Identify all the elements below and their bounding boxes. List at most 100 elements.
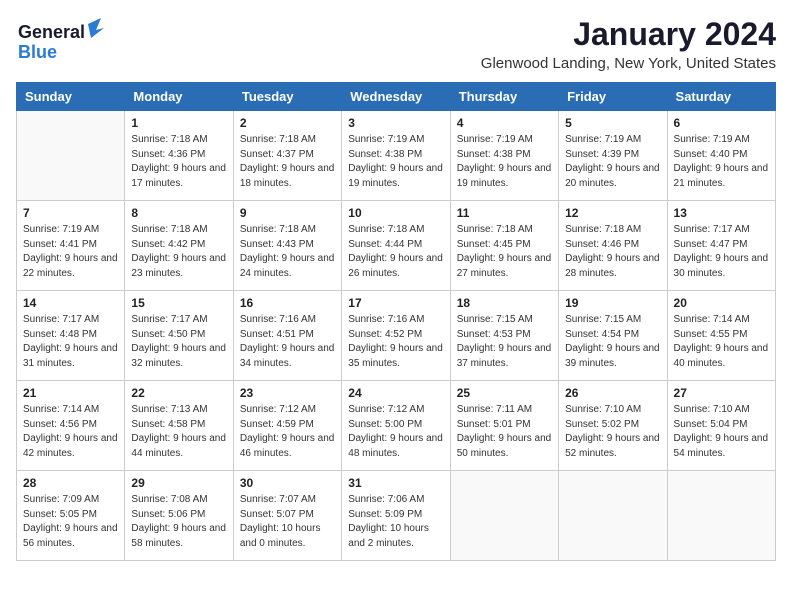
calendar-day: 12Sunrise: 7:18 AMSunset: 4:46 PMDayligh… (559, 201, 667, 291)
weekday-header-saturday: Saturday (667, 83, 775, 111)
calendar-day: 2 Sunrise: 7:18 AMSunset: 4:37 PMDaylight… (233, 111, 341, 201)
day-info: Sunrise: 7:08 AMSunset: 5:06 PMDaylight:… (131, 493, 226, 551)
day-number: 7 (23, 206, 118, 220)
day-info: Sunrise: 7:18 AMSunset: 4:45 PMDaylight:… (457, 223, 552, 281)
day-info: Sunrise: 7:15 AMSunset: 4:53 PMDaylight:… (457, 313, 552, 371)
day-number: 9 (240, 206, 335, 220)
calendar-week-4: 21 Sunrise: 7:14 AMSunset: 4:56 PMDayligh… (17, 381, 776, 471)
day-number: 24 (348, 386, 443, 400)
calendar-week-2: 7 Sunrise: 7:19 AMSunset: 4:41 PMDaylight… (17, 201, 776, 291)
calendar-day: 30 Sunrise: 7:07 AMSunset: 5:07 PMDayligh… (233, 471, 341, 561)
calendar-day: 28 Sunrise: 7:09 AMSunset: 5:05 PMDayligh… (17, 471, 125, 561)
day-info: Sunrise: 7:17 AMSunset: 4:50 PMDaylight:… (131, 313, 226, 371)
day-number: 28 (23, 476, 118, 490)
day-number: 31 (348, 476, 443, 490)
day-info: Sunrise: 7:14 AMSunset: 4:55 PMDaylight:… (674, 313, 769, 371)
calendar-day: 8 Sunrise: 7:18 AMSunset: 4:42 PMDaylight… (125, 201, 233, 291)
day-info: Sunrise: 7:18 AMSunset: 4:37 PMDaylight:… (240, 133, 335, 191)
day-number: 12 (565, 206, 660, 220)
day-number: 6 (674, 116, 769, 130)
day-info: Sunrise: 7:16 AMSunset: 4:52 PMDaylight:… (348, 313, 443, 371)
day-info: Sunrise: 7:18 AMSunset: 4:42 PMDaylight:… (131, 223, 226, 281)
calendar-day: 14 Sunrise: 7:17 AMSunset: 4:48 PMDayligh… (17, 291, 125, 381)
day-number: 26 (565, 386, 660, 400)
day-info: Sunrise: 7:19 AMSunset: 4:38 PMDaylight:… (457, 133, 552, 191)
day-number: 19 (565, 296, 660, 310)
day-number: 22 (131, 386, 226, 400)
day-info: Sunrise: 7:06 AMSunset: 5:09 PMDaylight:… (348, 493, 443, 551)
day-number: 25 (457, 386, 552, 400)
logo: General Blue (16, 16, 106, 71)
day-number: 16 (240, 296, 335, 310)
weekday-header-monday: Monday (125, 83, 233, 111)
calendar-day: 22 Sunrise: 7:13 AMSunset: 4:58 PMDayligh… (125, 381, 233, 471)
day-number: 3 (348, 116, 443, 130)
weekday-header-tuesday: Tuesday (233, 83, 341, 111)
day-info: Sunrise: 7:16 AMSunset: 4:51 PMDaylight:… (240, 313, 335, 371)
day-number: 14 (23, 296, 118, 310)
calendar-day: 10Sunrise: 7:18 AMSunset: 4:44 PMDayligh… (342, 201, 450, 291)
day-number: 5 (565, 116, 660, 130)
calendar-day (667, 471, 775, 561)
day-number: 10 (348, 206, 443, 220)
calendar-day: 20 Sunrise: 7:14 AMSunset: 4:55 PMDayligh… (667, 291, 775, 381)
location-title: Glenwood Landing, New York, United State… (481, 55, 776, 72)
calendar-table: SundayMondayTuesdayWednesdayThursdayFrid… (16, 82, 776, 561)
calendar-day: 19 Sunrise: 7:15 AMSunset: 4:54 PMDayligh… (559, 291, 667, 381)
calendar-day: 16 Sunrise: 7:16 AMSunset: 4:51 PMDayligh… (233, 291, 341, 381)
day-number: 17 (348, 296, 443, 310)
day-info: Sunrise: 7:12 AMSunset: 4:59 PMDaylight:… (240, 403, 335, 461)
day-number: 15 (131, 296, 226, 310)
day-info: Sunrise: 7:09 AMSunset: 5:05 PMDaylight:… (23, 493, 118, 551)
day-number: 20 (674, 296, 769, 310)
weekday-header-friday: Friday (559, 83, 667, 111)
day-info: Sunrise: 7:13 AMSunset: 4:58 PMDaylight:… (131, 403, 226, 461)
calendar-day: 27Sunrise: 7:10 AMSunset: 5:04 PMDayligh… (667, 381, 775, 471)
weekday-header-row: SundayMondayTuesdayWednesdayThursdayFrid… (17, 83, 776, 111)
svg-text:Blue: Blue (18, 42, 57, 62)
day-number: 11 (457, 206, 552, 220)
calendar-day: 21 Sunrise: 7:14 AMSunset: 4:56 PMDayligh… (17, 381, 125, 471)
calendar-day: 18 Sunrise: 7:15 AMSunset: 4:53 PMDayligh… (450, 291, 558, 381)
day-number: 2 (240, 116, 335, 130)
calendar-day: 1Sunrise: 7:18 AMSunset: 4:36 PMDaylight… (125, 111, 233, 201)
day-number: 29 (131, 476, 226, 490)
day-info: Sunrise: 7:18 AMSunset: 4:43 PMDaylight:… (240, 223, 335, 281)
day-info: Sunrise: 7:19 AMSunset: 4:40 PMDaylight:… (674, 133, 769, 191)
calendar-day: 11 Sunrise: 7:18 AMSunset: 4:45 PMDayligh… (450, 201, 558, 291)
calendar-week-1: 1Sunrise: 7:18 AMSunset: 4:36 PMDaylight… (17, 111, 776, 201)
day-info: Sunrise: 7:19 AMSunset: 4:41 PMDaylight:… (23, 223, 118, 281)
calendar-day (17, 111, 125, 201)
day-info: Sunrise: 7:17 AMSunset: 4:47 PMDaylight:… (674, 223, 769, 281)
calendar-day (559, 471, 667, 561)
day-number: 1 (131, 116, 226, 130)
day-info: Sunrise: 7:15 AMSunset: 4:54 PMDaylight:… (565, 313, 660, 371)
day-number: 27 (674, 386, 769, 400)
day-info: Sunrise: 7:14 AMSunset: 4:56 PMDaylight:… (23, 403, 118, 461)
day-info: Sunrise: 7:07 AMSunset: 5:07 PMDaylight:… (240, 493, 335, 551)
day-info: Sunrise: 7:17 AMSunset: 4:48 PMDaylight:… (23, 313, 118, 371)
weekday-header-wednesday: Wednesday (342, 83, 450, 111)
day-number: 13 (674, 206, 769, 220)
title-block: January 2024 Glenwood Landing, New York,… (481, 16, 776, 72)
day-number: 8 (131, 206, 226, 220)
day-number: 30 (240, 476, 335, 490)
calendar-day: 3Sunrise: 7:19 AMSunset: 4:38 PMDaylight… (342, 111, 450, 201)
calendar-day: 7 Sunrise: 7:19 AMSunset: 4:41 PMDaylight… (17, 201, 125, 291)
svg-text:General: General (18, 22, 85, 42)
day-info: Sunrise: 7:12 AMSunset: 5:00 PMDaylight:… (348, 403, 443, 461)
day-info: Sunrise: 7:10 AMSunset: 5:02 PMDaylight:… (565, 403, 660, 461)
calendar-day: 4Sunrise: 7:19 AMSunset: 4:38 PMDaylight… (450, 111, 558, 201)
calendar-day (450, 471, 558, 561)
calendar-day: 25Sunrise: 7:11 AMSunset: 5:01 PMDayligh… (450, 381, 558, 471)
calendar-day: 29 Sunrise: 7:08 AMSunset: 5:06 PMDayligh… (125, 471, 233, 561)
calendar-day: 26 Sunrise: 7:10 AMSunset: 5:02 PMDayligh… (559, 381, 667, 471)
page-header: General Blue January 2024 Glenwood Landi… (16, 16, 776, 72)
day-number: 21 (23, 386, 118, 400)
weekday-header-thursday: Thursday (450, 83, 558, 111)
calendar-day: 15 Sunrise: 7:17 AMSunset: 4:50 PMDayligh… (125, 291, 233, 381)
day-number: 18 (457, 296, 552, 310)
calendar-day: 6 Sunrise: 7:19 AMSunset: 4:40 PMDaylight… (667, 111, 775, 201)
day-number: 23 (240, 386, 335, 400)
calendar-week-5: 28 Sunrise: 7:09 AMSunset: 5:05 PMDayligh… (17, 471, 776, 561)
